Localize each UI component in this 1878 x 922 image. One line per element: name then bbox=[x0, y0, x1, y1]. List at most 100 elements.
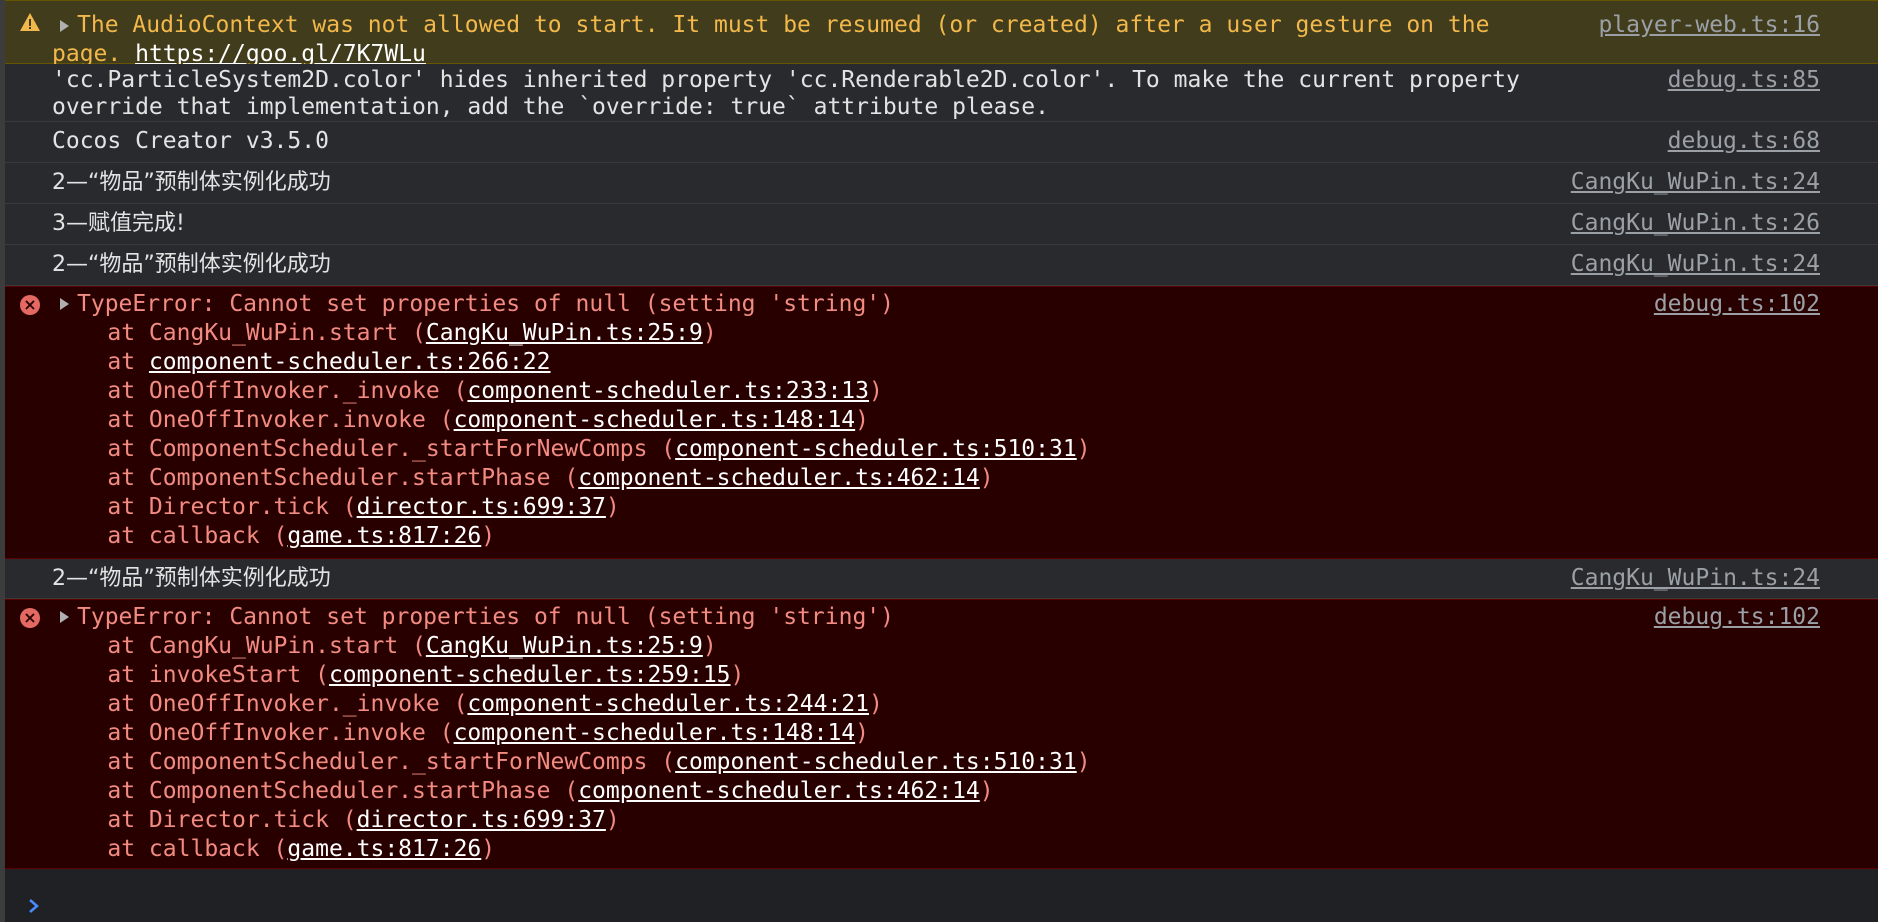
console-message-log: 2—“物品”预制体实例化成功 CangKu_WuPin.ts:24 bbox=[5, 245, 1878, 286]
stack-frame-suffix: ) bbox=[979, 465, 994, 491]
stack-frame: at callback (game.ts:817:26) bbox=[52, 835, 1091, 864]
stack-frame: at ComponentScheduler.startPhase (compon… bbox=[52, 777, 1091, 806]
stack-frame: at Director.tick (director.ts:699:37) bbox=[52, 493, 1091, 522]
chevron-right-icon[interactable] bbox=[23, 895, 45, 917]
stack-frame: at callback (game.ts:817:26) bbox=[52, 522, 1091, 551]
stack-frame-link[interactable]: component-scheduler.ts:148:14 bbox=[454, 407, 856, 433]
log-text-line-1: 'cc.ParticleSystem2D.color' hides inheri… bbox=[52, 67, 1520, 93]
stack-frame: at ComponentScheduler._startForNewComps … bbox=[52, 748, 1091, 777]
console-message-error[interactable]: × TypeError: Cannot set properties of nu… bbox=[5, 286, 1878, 559]
stack-frame-suffix: ) bbox=[481, 836, 496, 862]
stack-frame-suffix: ) bbox=[869, 691, 883, 717]
stack-frame-prefix: at CangKu_WuPin.start ( bbox=[52, 320, 426, 346]
stack-frame-prefix: at callback ( bbox=[52, 523, 288, 549]
stack-frame-prefix: at Director.tick ( bbox=[52, 494, 357, 520]
stack-frame-link[interactable]: game.ts:817:26 bbox=[287, 523, 481, 549]
stack-frame: at invokeStart (component-scheduler.ts:2… bbox=[52, 661, 1091, 690]
stack-frame-link[interactable]: component-scheduler.ts:259:15 bbox=[329, 662, 731, 688]
stack-frame-link[interactable]: component-scheduler.ts:148:14 bbox=[454, 720, 856, 746]
error-icon: × bbox=[20, 608, 40, 628]
stack-frame: at OneOffInvoker._invoke (component-sche… bbox=[52, 690, 1091, 719]
stack-frame-prefix: at CangKu_WuPin.start ( bbox=[52, 633, 426, 659]
log-text-line-2: override that implementation, add the `o… bbox=[52, 94, 1049, 120]
stack-frame-link[interactable]: component-scheduler.ts:462:14 bbox=[578, 778, 980, 804]
console-message-log: 2—“物品”预制体实例化成功 CangKu_WuPin.ts:24 bbox=[5, 559, 1878, 599]
warning-icon bbox=[20, 13, 40, 31]
error-icon: × bbox=[20, 295, 40, 315]
expand-triangle-icon[interactable] bbox=[60, 611, 69, 623]
devtools-console: The AudioContext was not allowed to star… bbox=[0, 0, 1878, 922]
error-text: TypeError: Cannot set properties of null… bbox=[77, 604, 894, 630]
stack-frame-suffix: ) bbox=[869, 378, 883, 404]
expand-triangle-icon[interactable] bbox=[60, 298, 69, 310]
stack-frame-prefix: at OneOffInvoker._invoke ( bbox=[52, 378, 468, 404]
stack-frame-prefix: at ComponentScheduler.startPhase ( bbox=[52, 465, 579, 491]
stack-frame: at ComponentScheduler._startForNewComps … bbox=[52, 435, 1091, 464]
source-link[interactable]: CangKu_WuPin.ts:24 bbox=[1571, 168, 1820, 197]
source-link[interactable]: CangKu_WuPin.ts:24 bbox=[1571, 250, 1820, 279]
stack-frame-link[interactable]: game.ts:817:26 bbox=[287, 836, 481, 862]
console-message-log: Cocos Creator v3.5.0 debug.ts:68 bbox=[5, 122, 1878, 163]
stack-frame-suffix: ) bbox=[481, 523, 496, 549]
stack-frame-suffix: ) bbox=[730, 662, 745, 688]
log-text: 2—“物品”预制体实例化成功 bbox=[52, 566, 331, 591]
console-message-log: 'cc.ParticleSystem2D.color' hides inheri… bbox=[5, 64, 1878, 122]
console-message-log: 2—“物品”预制体实例化成功 CangKu_WuPin.ts:24 bbox=[5, 163, 1878, 204]
stack-frame: at component-scheduler.ts:266:22 bbox=[52, 348, 1091, 377]
warning-text-line-1: The AudioContext was not allowed to star… bbox=[77, 12, 1490, 38]
expand-triangle-icon[interactable] bbox=[60, 20, 69, 32]
console-message-warning[interactable]: The AudioContext was not allowed to star… bbox=[5, 0, 1878, 67]
stack-frame-suffix: ) bbox=[605, 494, 620, 520]
stack-frame-prefix: at Director.tick ( bbox=[52, 807, 357, 833]
stack-frame-suffix: ) bbox=[702, 633, 717, 659]
stack-frame-prefix: at invokeStart ( bbox=[52, 662, 329, 688]
stack-frame-link[interactable]: component-scheduler.ts:233:13 bbox=[467, 378, 869, 404]
stack-frame: at CangKu_WuPin.start (CangKu_WuPin.ts:2… bbox=[52, 319, 1091, 348]
source-link[interactable]: player-web.ts:16 bbox=[1598, 11, 1820, 40]
stack-frame-link[interactable]: component-scheduler.ts:244:21 bbox=[467, 691, 869, 717]
stack-frame-suffix: ) bbox=[1076, 749, 1091, 775]
console-message-log: 3—赋值完成! CangKu_WuPin.ts:26 bbox=[5, 204, 1878, 245]
log-text: Cocos Creator v3.5.0 bbox=[52, 128, 329, 154]
stack-frame-suffix: ) bbox=[855, 407, 870, 433]
stack-frame-link[interactable]: component-scheduler.ts:266:22 bbox=[149, 349, 551, 375]
stack-frame: at CangKu_WuPin.start (CangKu_WuPin.ts:2… bbox=[52, 632, 1091, 661]
log-text: 3—赋值完成! bbox=[52, 211, 185, 236]
stack-frame-link[interactable]: component-scheduler.ts:510:31 bbox=[675, 749, 1077, 775]
source-link[interactable]: CangKu_WuPin.ts:26 bbox=[1571, 209, 1820, 238]
stack-trace: at CangKu_WuPin.start (CangKu_WuPin.ts:2… bbox=[52, 319, 1091, 551]
stack-frame-prefix: at ComponentScheduler._startForNewComps … bbox=[52, 749, 676, 775]
stack-frame-prefix: at ComponentScheduler._startForNewComps … bbox=[52, 436, 676, 462]
source-link[interactable]: debug.ts:102 bbox=[1654, 603, 1820, 632]
error-text: TypeError: Cannot set properties of null… bbox=[77, 291, 894, 317]
source-link[interactable]: debug.ts:85 bbox=[1668, 66, 1820, 95]
log-text: 2—“物品”预制体实例化成功 bbox=[52, 170, 331, 195]
stack-frame-link[interactable]: CangKu_WuPin.ts:25:9 bbox=[426, 633, 703, 659]
stack-frame-link[interactable]: component-scheduler.ts:462:14 bbox=[578, 465, 980, 491]
stack-frame-suffix: ) bbox=[605, 807, 620, 833]
stack-frame-suffix: ) bbox=[1076, 436, 1091, 462]
stack-frame: at OneOffInvoker.invoke (component-sched… bbox=[52, 406, 1091, 435]
stack-frame-prefix: at callback ( bbox=[52, 836, 288, 862]
stack-frame-prefix: at OneOffInvoker.invoke ( bbox=[52, 720, 454, 746]
stack-frame-link[interactable]: director.ts:699:37 bbox=[357, 807, 606, 833]
source-link[interactable]: debug.ts:102 bbox=[1654, 290, 1820, 319]
stack-frame-suffix: ) bbox=[979, 778, 994, 804]
stack-frame: at OneOffInvoker._invoke (component-sche… bbox=[52, 377, 1091, 406]
stack-frame-prefix: at ComponentScheduler.startPhase ( bbox=[52, 778, 579, 804]
stack-frame-prefix: at OneOffInvoker._invoke ( bbox=[52, 691, 468, 717]
console-message-error[interactable]: × TypeError: Cannot set properties of nu… bbox=[5, 599, 1878, 869]
stack-frame-link[interactable]: component-scheduler.ts:510:31 bbox=[675, 436, 1077, 462]
stack-frame-suffix: ) bbox=[855, 720, 870, 746]
stack-frame-link[interactable]: CangKu_WuPin.ts:25:9 bbox=[426, 320, 703, 346]
stack-frame-link[interactable]: director.ts:699:37 bbox=[357, 494, 606, 520]
source-link[interactable]: debug.ts:68 bbox=[1668, 127, 1820, 156]
stack-frame-prefix: at bbox=[52, 349, 149, 375]
source-link[interactable]: CangKu_WuPin.ts:24 bbox=[1571, 564, 1820, 593]
stack-frame-suffix: ) bbox=[702, 320, 717, 346]
console-prompt-input[interactable] bbox=[52, 893, 1832, 919]
stack-frame: at OneOffInvoker.invoke (component-sched… bbox=[52, 719, 1091, 748]
stack-frame: at ComponentScheduler.startPhase (compon… bbox=[52, 464, 1091, 493]
stack-frame: at Director.tick (director.ts:699:37) bbox=[52, 806, 1091, 835]
stack-frame-prefix: at OneOffInvoker.invoke ( bbox=[52, 407, 454, 433]
